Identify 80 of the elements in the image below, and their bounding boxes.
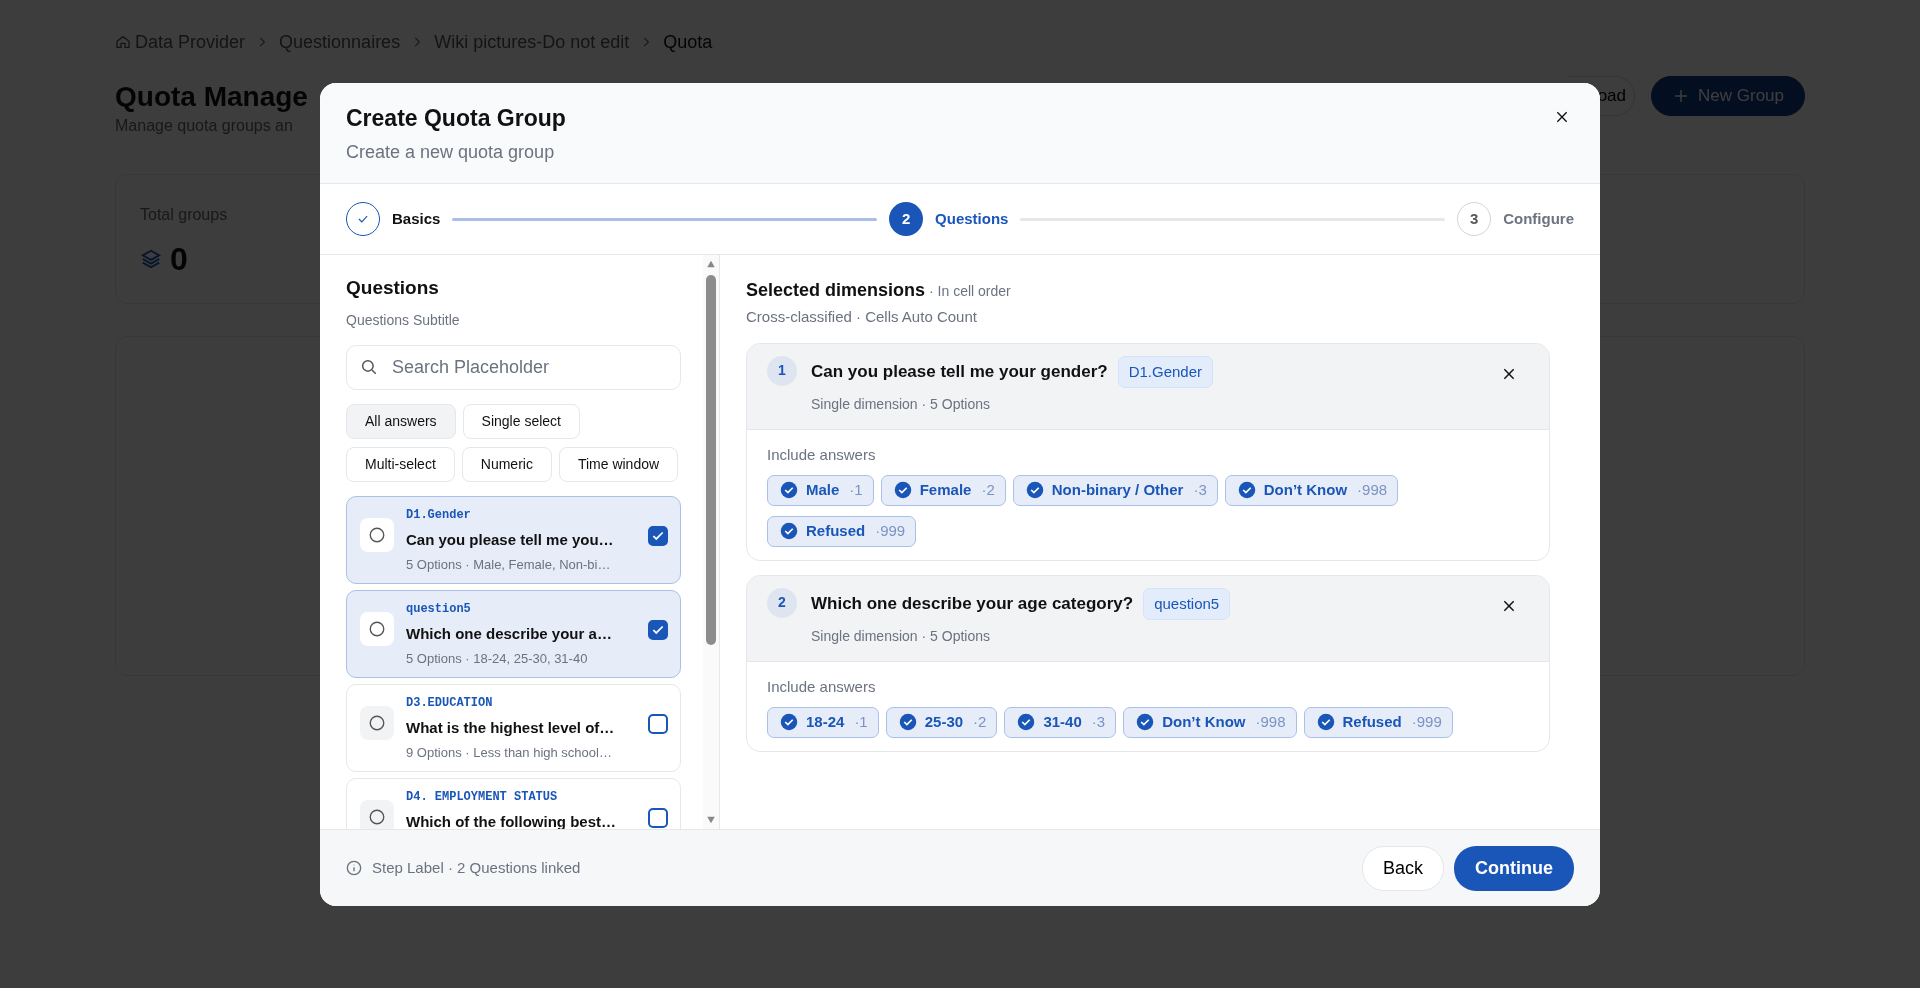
dimension-meta: Single dimension · 5 Options: [811, 395, 991, 414]
answer-chip[interactable]: Don’t Know ·998: [1123, 706, 1297, 738]
question-title: What is the highest level of…: [406, 717, 616, 738]
answer-chip[interactable]: Refused ·999: [767, 515, 917, 547]
answer-chip[interactable]: 25-30 ·2: [885, 706, 998, 738]
check-circle-icon: [1025, 481, 1044, 499]
check-circle-icon: [1017, 713, 1036, 731]
check-circle-icon: [1316, 713, 1335, 731]
close-icon: [1554, 109, 1570, 125]
question-code: D4. EMPLOYMENT STATUS: [406, 788, 559, 806]
step-label[interactable]: Configure: [1503, 207, 1574, 231]
panel-title: Questions: [346, 277, 440, 300]
check-circle-icon: [1136, 713, 1155, 731]
step-label[interactable]: Basics: [392, 207, 441, 231]
filter-chip[interactable]: Single select: [462, 403, 580, 439]
modal-title: Create Quota Group: [346, 105, 566, 133]
question-code-tag: D1.Gender: [1117, 355, 1213, 388]
scroll-down-icon[interactable]: [705, 815, 717, 825]
search-icon: [360, 357, 378, 376]
check-circle-icon: [898, 713, 917, 731]
answer-chip[interactable]: Refused ·999: [1303, 706, 1453, 738]
back-button[interactable]: Back: [1361, 845, 1444, 891]
info-icon: [346, 860, 362, 876]
question-title: Which one describe your a…: [406, 623, 613, 644]
check-circle-icon: [780, 713, 798, 731]
dimension-number: 1: [767, 355, 797, 386]
search-field[interactable]: Search Placeholder: [346, 344, 681, 390]
check-circle-icon: [1237, 481, 1256, 499]
radio-icon: [368, 619, 386, 638]
section-title: Selected dimensions: [746, 279, 926, 302]
filter-chip[interactable]: Multi-select: [346, 446, 455, 482]
answer-chip[interactable]: Don’t Know ·998: [1224, 474, 1399, 506]
dimension-title: Which one describe your age category?: [811, 593, 1134, 615]
continue-button[interactable]: Continue: [1454, 845, 1574, 891]
check-circle-icon: [893, 481, 912, 499]
footer-status: Step Label · 2 Questions linked: [372, 857, 581, 878]
page-title: Quota Manage: [115, 80, 308, 114]
question-meta: 5 Options · 18-24, 25-30, 31-40: [406, 650, 589, 669]
panel-subtitle: Questions Subtitle: [346, 310, 461, 330]
question-code: D3.EDUCATION: [406, 694, 494, 712]
answer-chip[interactable]: 18-24 ·1: [767, 706, 879, 738]
scroll-up-icon[interactable]: [705, 259, 717, 269]
radio-icon: [368, 807, 386, 826]
answers-label: Include answers: [767, 677, 877, 697]
answers-label: Include answers: [767, 445, 877, 465]
question-code: question5: [406, 600, 472, 618]
checkbox[interactable]: [648, 713, 668, 734]
question-code: D1.Gender: [406, 506, 472, 524]
question-code-tag: question5: [1143, 587, 1231, 620]
filter-chip[interactable]: All answers: [346, 403, 456, 439]
scrollbar[interactable]: [703, 255, 719, 829]
question-card[interactable]: D3.EDUCATION What is the highest level of… 9 Options · Less than high school…: [346, 683, 681, 772]
filter-chip[interactable]: Time window: [558, 446, 679, 482]
question-card[interactable]: D1.Gender Can you please tell me you… 5 Options · Male, Female, Non-bi…: [346, 495, 681, 584]
answer-chip[interactable]: Non-binary / Other ·3: [1012, 474, 1218, 506]
dimension-number: 2: [767, 587, 797, 618]
answer-chip[interactable]: 31-40 ·3: [1004, 706, 1117, 738]
question-title: Can you please tell me you…: [406, 529, 615, 550]
question-meta: 9 Options · Less than high school…: [406, 744, 613, 763]
answer-chip[interactable]: Female ·2: [880, 474, 1006, 506]
dimension-meta: Single dimension · 5 Options: [811, 627, 991, 646]
dimension-title: Can you please tell me your gender?: [811, 361, 1108, 383]
step-label[interactable]: Questions: [935, 207, 1009, 231]
radio-icon: [368, 525, 386, 544]
question-meta: 5 Options · Male, Female, Non-bi…: [406, 556, 612, 575]
filter-chip[interactable]: Numeric: [461, 446, 552, 482]
check-circle-icon: [780, 481, 798, 499]
radio-icon: [368, 713, 386, 732]
checkbox[interactable]: [648, 525, 668, 546]
answer-chip[interactable]: Male ·1: [767, 474, 874, 506]
step-indicator: 2: [889, 202, 924, 236]
checkbox[interactable]: [648, 807, 668, 828]
check-circle-icon: [780, 522, 798, 540]
checkbox[interactable]: [648, 619, 668, 640]
section-note: · In cell order: [929, 282, 1011, 301]
stat-value: 0: [170, 239, 188, 279]
step-indicator: 3: [1457, 202, 1492, 236]
question-card[interactable]: question5 Which one describe your a… 5 Options · 18-24, 25-30, 31-40: [346, 589, 681, 678]
modal-subtitle: Create a new quota group: [346, 141, 556, 164]
section-subtitle: Cross-classified · Cells Auto Count: [746, 307, 978, 327]
